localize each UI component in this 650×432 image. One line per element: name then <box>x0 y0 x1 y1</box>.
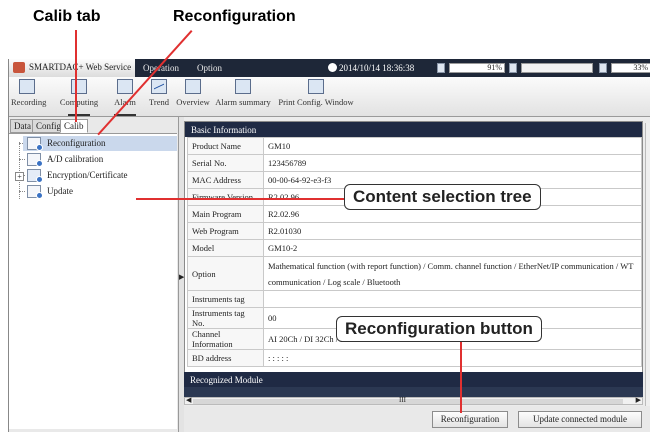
recognized-module-heading: Recognized Module <box>184 372 643 387</box>
tree-item-reconfiguration[interactable]: Reconfiguration <box>23 136 177 151</box>
info-key: Option <box>187 256 264 291</box>
recording-label: Recording <box>11 97 47 107</box>
tree-item-label: Reconfiguration <box>47 138 106 148</box>
trend-icon <box>151 79 167 94</box>
memory-gauge: 91% <box>449 63 505 73</box>
tree-item-label: Encryption/Certificate <box>47 170 128 180</box>
info-value: Mathematical function (with report funct… <box>263 256 642 291</box>
app-window: SMARTDAC+ Web Service Operation Option 2… <box>8 59 650 432</box>
scroll-grip: III <box>399 396 406 404</box>
alarm-summary-label: Alarm summary <box>215 97 271 107</box>
callout-content-tree: Content selection tree <box>344 184 541 210</box>
basic-info-heading: Basic Information <box>185 122 642 137</box>
memory-icon <box>437 63 445 73</box>
computing-icon <box>71 79 87 94</box>
tree-item-ad-calibration[interactable]: A/D calibration <box>23 152 177 167</box>
info-key: Instruments tag No. <box>187 307 264 329</box>
reconfiguration-button[interactable]: Reconfiguration <box>432 411 508 428</box>
vertical-scrollbar[interactable] <box>645 123 650 429</box>
horizontal-scrollbar[interactable]: ◀ III ▶ <box>184 396 643 405</box>
basic-information-panel: Basic Information Product Name GM10 Seria… <box>184 121 643 401</box>
info-key: MAC Address <box>187 171 264 189</box>
recording-button[interactable]: Recording <box>11 79 47 107</box>
computing-button[interactable]: Computing <box>59 79 99 116</box>
tree-item-encryption[interactable]: Encryption/Certificate <box>23 168 177 183</box>
document-gear-icon <box>27 137 43 151</box>
storage-gauge: 33% <box>611 63 650 73</box>
update-connected-module-button[interactable]: Update connected module <box>518 411 642 428</box>
info-value: GM10 <box>263 137 642 155</box>
leader-line-calib <box>75 30 77 122</box>
footer-bar: Reconfiguration Update connected module <box>184 406 650 432</box>
info-value: 123456789 <box>263 154 642 172</box>
callout-reconfiguration: Reconfiguration <box>173 8 296 25</box>
toolbar: Recording Computing Alarm Trend Overview… <box>9 77 650 117</box>
callout-calib-tab: Calib tab <box>33 8 101 25</box>
tab-calib[interactable]: Calib <box>60 119 88 133</box>
document-gear-icon <box>27 153 43 167</box>
info-key: Product Name <box>187 137 264 155</box>
info-key: Model <box>187 239 264 257</box>
tab-web-service-label: SMARTDAC+ Web Service <box>29 62 132 72</box>
leader-line-tree <box>136 198 344 200</box>
recording-icon <box>19 79 35 94</box>
module-table-header <box>184 387 643 397</box>
certificate-icon <box>27 169 43 183</box>
info-key: Web Program <box>187 222 264 240</box>
overview-label: Overview <box>176 97 210 107</box>
info-key: Firmware Version <box>187 188 264 206</box>
smartdac-logo-icon <box>13 62 25 73</box>
callout-reconfig-button: Reconfiguration button <box>336 316 542 342</box>
info-key: Channel Information <box>187 328 264 350</box>
tree-item-label: A/D calibration <box>47 154 104 164</box>
document-gear-icon <box>27 185 43 199</box>
computing-label: Computing <box>59 97 99 107</box>
storage-icon <box>599 63 607 73</box>
tab-option[interactable]: Option <box>197 63 222 73</box>
printer-icon <box>308 79 324 94</box>
info-key: Main Program <box>187 205 264 223</box>
tree-item-update[interactable]: Update <box>23 184 177 199</box>
info-key: Serial No. <box>187 154 264 172</box>
trend-label: Trend <box>149 97 169 107</box>
info-value: GM10-2 <box>263 239 642 257</box>
blank-gauge <box>521 63 593 73</box>
alarm-summary-button[interactable]: Alarm summary <box>214 79 272 107</box>
scroll-right-icon[interactable]: ▶ <box>636 396 641 404</box>
alarm-icon <box>117 79 133 94</box>
info-value: : : : : : <box>263 349 642 367</box>
print-config-button[interactable]: Print Config. Window <box>275 79 357 107</box>
clock-icon <box>328 63 337 72</box>
document-icon <box>509 63 517 73</box>
leader-line-button <box>460 338 462 413</box>
alarm-summary-icon <box>235 79 251 94</box>
overview-icon <box>185 79 201 94</box>
info-value <box>263 290 642 308</box>
left-panel: Data Config. Calib + Reconfiguration A/D… <box>9 117 179 432</box>
info-key: BD address <box>187 349 264 367</box>
trend-button[interactable]: Trend <box>146 79 172 107</box>
content-selection-tree: + Reconfiguration A/D calibration Encryp… <box>9 133 177 429</box>
print-config-label: Print Config. Window <box>278 97 354 107</box>
scroll-left-icon[interactable]: ◀ <box>186 396 191 404</box>
info-value: R2.01030 <box>263 222 642 240</box>
overview-button[interactable]: Overview <box>175 79 211 107</box>
top-bar: SMARTDAC+ Web Service Operation Option 2… <box>9 59 650 77</box>
datetime-display: 2014/10/14 18:36:38 <box>339 63 415 73</box>
info-key: Instruments tag <box>187 290 264 308</box>
tree-item-label: Update <box>47 186 73 196</box>
tab-web-service[interactable]: SMARTDAC+ Web Service <box>9 59 135 77</box>
